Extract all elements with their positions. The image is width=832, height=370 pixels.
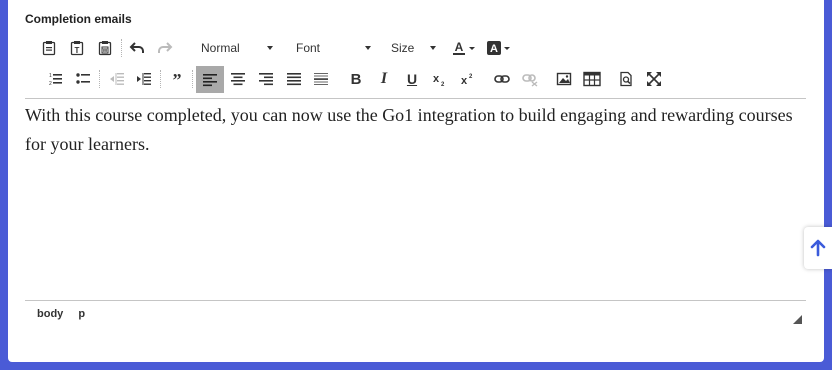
chevron-down-icon bbox=[430, 46, 436, 50]
toolbar-separator bbox=[121, 39, 123, 57]
editor-content-area[interactable]: With this course completed, you can now … bbox=[25, 98, 806, 299]
paste-text-icon: T bbox=[70, 41, 84, 56]
bulleted-list-button[interactable] bbox=[71, 67, 95, 91]
svg-text:W: W bbox=[103, 48, 108, 54]
numbered-list-button[interactable]: 12 bbox=[43, 67, 67, 91]
blockquote-button[interactable]: ” bbox=[165, 67, 189, 91]
image-icon bbox=[556, 72, 572, 86]
size-dropdown[interactable]: Size bbox=[385, 38, 436, 58]
toolbar-separator bbox=[99, 70, 101, 88]
svg-text:x: x bbox=[433, 73, 440, 85]
toolbar-row-2: 12 ” B I U x 2 x 2 bbox=[25, 65, 806, 93]
path-item-p[interactable]: p bbox=[78, 308, 85, 320]
decrease-indent-button[interactable] bbox=[105, 67, 129, 91]
table-icon bbox=[583, 71, 601, 87]
email-settings-panel: Completion emails T W Normal Font Size A… bbox=[8, 0, 824, 362]
paste-word-button[interactable]: W bbox=[93, 36, 117, 60]
maximize-icon bbox=[647, 72, 661, 86]
toolbar-separator bbox=[160, 70, 162, 88]
svg-text:2: 2 bbox=[441, 82, 445, 87]
redo-button[interactable] bbox=[153, 36, 177, 60]
chevron-down-icon bbox=[365, 46, 371, 50]
svg-text:”: ” bbox=[173, 71, 182, 87]
justify-icon bbox=[287, 73, 301, 86]
blockquote-icon: ” bbox=[173, 71, 182, 87]
align-right-button[interactable] bbox=[254, 67, 278, 91]
increase-indent-button[interactable] bbox=[132, 67, 156, 91]
bold-button[interactable]: B bbox=[344, 67, 368, 91]
background-color-button[interactable]: A bbox=[485, 36, 513, 60]
svg-text:1: 1 bbox=[49, 73, 52, 79]
decrease-indent-icon bbox=[110, 73, 124, 85]
paste-button[interactable] bbox=[37, 36, 61, 60]
horizontal-line-icon bbox=[314, 73, 328, 85]
size-dropdown-label: Size bbox=[391, 41, 415, 55]
svg-text:x: x bbox=[461, 75, 468, 87]
scroll-to-top-button[interactable] bbox=[804, 227, 832, 269]
subscript-icon: x2 bbox=[433, 73, 445, 87]
align-left-icon bbox=[203, 73, 217, 86]
link-icon bbox=[494, 75, 510, 83]
align-left-button[interactable] bbox=[196, 66, 224, 93]
rich-text-editor: T W Normal Font Size A A 1 2 ” B I U x 2… bbox=[25, 34, 806, 328]
underline-icon: U bbox=[406, 71, 418, 87]
editor-statusbar: body p bbox=[25, 300, 806, 329]
subscript-button[interactable]: x2 bbox=[428, 67, 452, 91]
arrow-up-icon bbox=[810, 239, 826, 257]
svg-text:A: A bbox=[490, 43, 498, 55]
preview-button[interactable] bbox=[614, 67, 638, 91]
path-item-body[interactable]: body bbox=[37, 308, 63, 320]
text-color-button[interactable]: A bbox=[451, 36, 479, 60]
chevron-down-icon bbox=[267, 46, 273, 50]
justify-button[interactable] bbox=[282, 67, 306, 91]
resize-handle-icon[interactable] bbox=[793, 315, 802, 324]
maximize-button[interactable] bbox=[642, 67, 666, 91]
increase-indent-icon bbox=[137, 73, 151, 85]
link-button[interactable] bbox=[490, 67, 514, 91]
italic-icon: I bbox=[380, 70, 388, 87]
toolbar-row-1: T W Normal Font Size A A bbox=[25, 34, 806, 62]
align-right-icon bbox=[259, 73, 273, 86]
align-center-button[interactable] bbox=[226, 67, 250, 91]
paste-icon bbox=[42, 41, 56, 56]
table-button[interactable] bbox=[580, 67, 604, 91]
numbered-list-icon: 12 bbox=[49, 73, 62, 87]
superscript-icon: x2 bbox=[461, 74, 473, 87]
undo-icon bbox=[129, 42, 144, 53]
redo-icon bbox=[158, 42, 173, 53]
paste-word-icon: W bbox=[98, 41, 112, 56]
bulleted-list-icon bbox=[76, 73, 90, 84]
superscript-button[interactable]: x2 bbox=[456, 67, 480, 91]
underline-button[interactable]: U bbox=[400, 67, 424, 91]
unlink-icon bbox=[522, 74, 538, 87]
toolbar-separator bbox=[192, 70, 194, 88]
horizontal-line-button[interactable] bbox=[309, 67, 333, 91]
align-center-icon bbox=[231, 73, 245, 86]
svg-text:2: 2 bbox=[469, 74, 473, 80]
element-path: body p bbox=[37, 308, 97, 320]
preview-icon bbox=[620, 71, 632, 87]
paste-text-button[interactable]: T bbox=[65, 36, 89, 60]
font-dropdown[interactable]: Font bbox=[288, 38, 371, 58]
italic-button[interactable]: I bbox=[372, 67, 396, 91]
background-color-icon: A bbox=[487, 41, 510, 55]
undo-button[interactable] bbox=[125, 36, 149, 60]
unlink-button[interactable] bbox=[518, 67, 542, 91]
email-body-paragraph[interactable]: With this course completed, you can now … bbox=[25, 99, 806, 159]
svg-text:2: 2 bbox=[49, 81, 52, 87]
section-label: Completion emails bbox=[25, 12, 132, 26]
bold-icon: B bbox=[350, 70, 362, 88]
font-dropdown-label: Font bbox=[296, 41, 321, 55]
format-dropdown-label: Normal bbox=[201, 41, 240, 55]
image-button[interactable] bbox=[552, 67, 576, 91]
format-dropdown[interactable]: Normal bbox=[183, 38, 273, 58]
text-color-icon: A bbox=[453, 40, 475, 55]
svg-text:A: A bbox=[455, 40, 464, 54]
svg-text:T: T bbox=[75, 46, 80, 55]
